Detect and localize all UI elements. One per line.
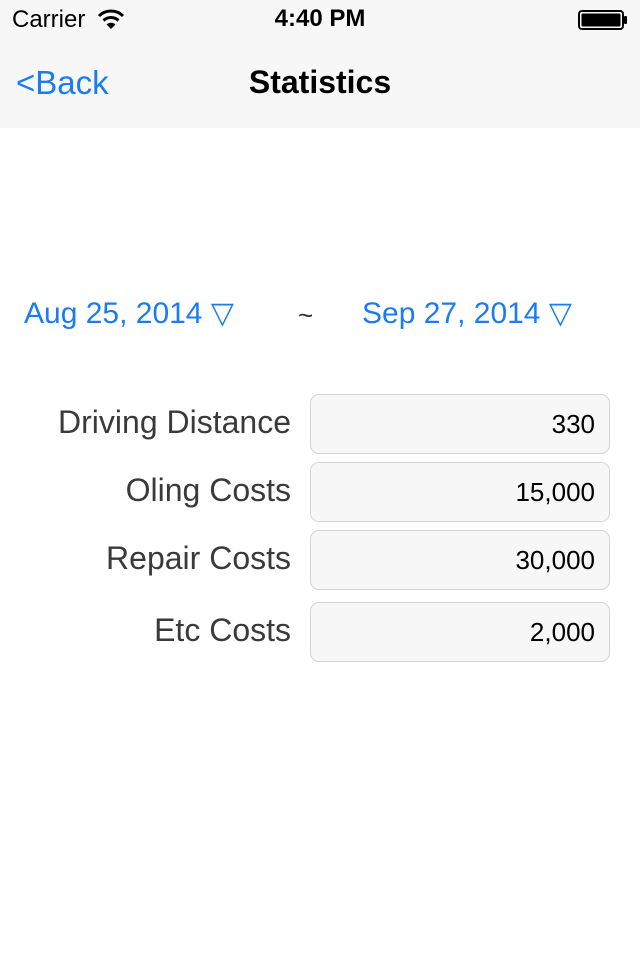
oiling-costs-field[interactable]: 15,000 <box>310 462 610 522</box>
start-date-picker[interactable]: Aug 25, 2014 ▽ <box>24 296 234 331</box>
etc-costs-label: Etc Costs <box>154 612 291 648</box>
status-bar: Carrier 4:40 PM <box>0 0 640 40</box>
page-title: Statistics <box>248 64 392 100</box>
date-range-separator: ~ <box>298 300 314 330</box>
battery-icon <box>578 10 627 30</box>
end-date-picker[interactable]: Sep 27, 2014 ▽ <box>362 296 572 331</box>
navigation-bar: <Back Statistics <box>0 40 640 128</box>
etc-costs-field[interactable]: 2,000 <box>310 602 610 662</box>
status-time: 4:40 PM <box>274 5 366 32</box>
oiling-costs-label: Oling Costs <box>125 472 291 508</box>
driving-distance-label: Driving Distance <box>58 404 291 440</box>
driving-distance-field[interactable]: 330 <box>310 394 610 454</box>
repair-costs-field[interactable]: 30,000 <box>310 530 610 590</box>
repair-costs-label: Repair Costs <box>106 540 291 576</box>
